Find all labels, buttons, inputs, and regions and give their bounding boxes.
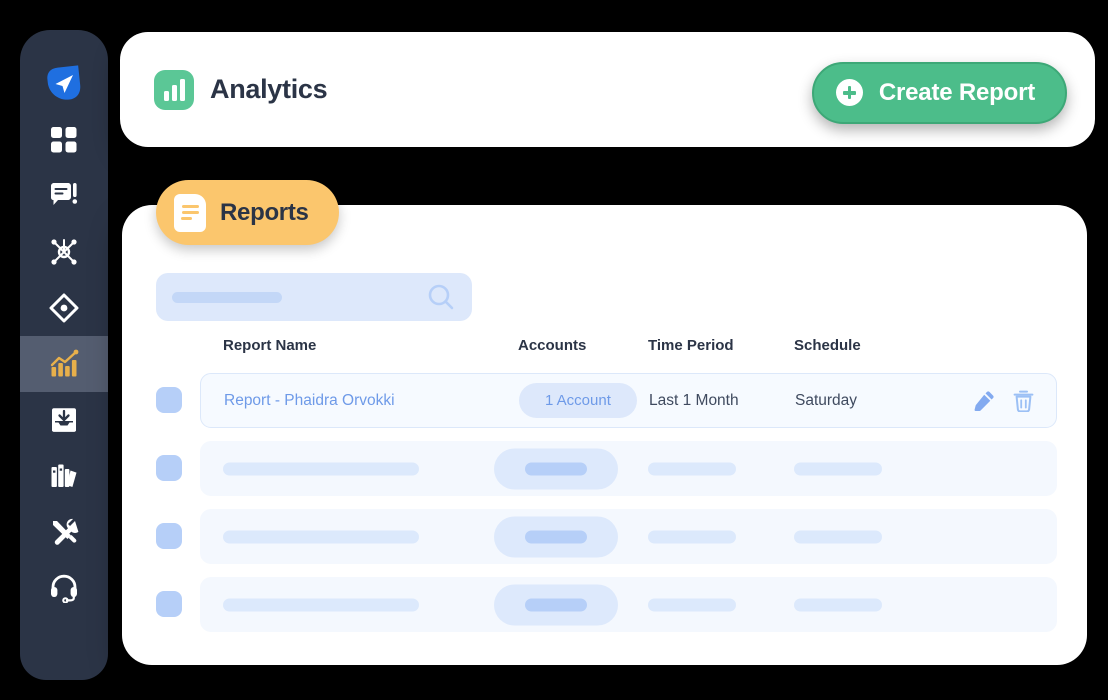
plus-circle-icon [835,79,863,106]
sidebar-item-inbox[interactable] [20,392,108,448]
paper-plane-logo-icon [47,65,81,100]
skeleton-schedule [794,462,882,475]
skeleton-report-name [223,598,419,611]
table-body: Report - Phaidra Orvokki 1 Account Last … [122,373,1087,645]
row-actions [974,390,1034,412]
table-header-row: Report Name Accounts Time Period Schedul… [122,337,1087,367]
skeleton-time-period [648,462,736,475]
headset-support-icon [51,574,77,603]
sidebar-item-dashboard[interactable] [20,112,108,168]
tab-reports-label: Reports [220,198,309,226]
bar-chart-trend-icon [50,349,79,377]
tab-reports[interactable]: Reports [156,180,339,245]
sidebar-item-network[interactable] [20,224,108,280]
sidebar-item-support[interactable] [20,560,108,616]
create-report-label: Create Report [878,78,1035,106]
row-checkbox[interactable] [156,523,182,549]
column-header-schedule: Schedule [794,337,861,354]
table-row[interactable] [122,577,1087,632]
table-row[interactable] [122,441,1087,496]
bar-chart-badge-icon [154,69,194,110]
row-checkbox[interactable] [156,591,182,617]
skeleton-report-name [223,462,419,475]
time-period-value: Last 1 Month [649,391,739,409]
schedule-value: Saturday [795,391,858,409]
sidebar-item-tools[interactable] [20,504,108,560]
table-row-body [200,577,1057,632]
table-row[interactable] [122,509,1087,564]
sidebar-item-messages[interactable] [20,168,108,224]
skeleton-time-period [648,530,736,543]
table-row-body: Report - Phaidra Orvokki 1 Account Last … [200,373,1057,428]
reports-panel: Report Name Accounts Time Period Schedul… [122,205,1087,665]
search-input[interactable] [156,273,472,321]
skeleton-schedule [794,598,882,611]
library-books-icon [51,464,77,487]
create-report-button[interactable]: Create Report [811,61,1067,124]
header-card: Analytics Create Report [120,32,1095,147]
page-title: Analytics [210,74,328,104]
dashboard-grid-icon [51,127,77,153]
table-row-body [200,509,1057,564]
tools-wrench-icon [53,518,79,545]
skeleton-accounts-text [525,530,587,543]
skeleton-time-period [648,598,736,611]
table-row-body [200,441,1057,496]
column-header-report-name: Report Name [223,337,317,354]
compass-diamond-icon [49,293,79,323]
skeleton-accounts-text [525,462,587,475]
table-row[interactable]: Report - Phaidra Orvokki 1 Account Last … [122,373,1087,428]
skeleton-report-name [223,530,419,543]
row-checkbox[interactable] [156,455,182,481]
row-checkbox[interactable] [156,387,182,413]
search-placeholder [172,291,282,303]
inbox-download-icon [52,408,76,432]
edit-icon[interactable] [974,390,995,411]
sidebar-item-home[interactable] [20,56,108,112]
sidebar-item-discover[interactable] [20,280,108,336]
column-header-accounts: Accounts [518,337,587,354]
document-icon [174,193,206,232]
skeleton-accounts-text [525,598,587,611]
sidebar-item-analytics[interactable] [20,336,108,392]
column-header-time-period: Time Period [648,337,734,354]
sidebar [20,30,108,680]
accounts-badge: 1 Account [519,382,637,418]
search-icon[interactable] [426,282,456,312]
app-root: Analytics Create Report Report Name Acco… [0,0,1108,700]
report-name-link[interactable]: Report - Phaidra Orvokki [224,392,395,410]
delete-icon[interactable] [1013,390,1034,412]
chat-alert-icon [51,183,78,205]
skeleton-schedule [794,530,882,543]
network-nodes-icon [51,239,77,265]
sidebar-item-library[interactable] [20,448,108,504]
